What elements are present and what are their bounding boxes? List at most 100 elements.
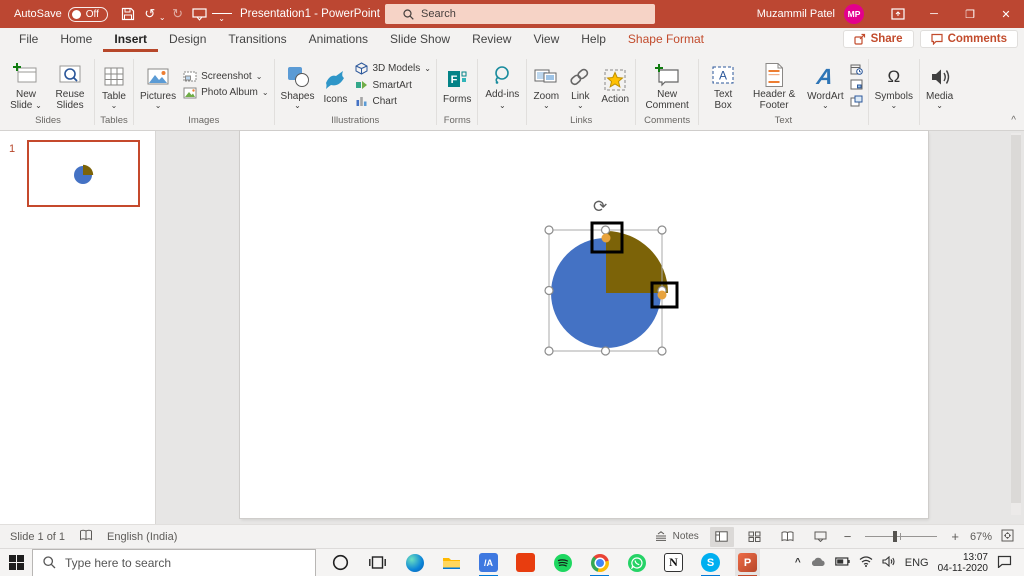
minimize-button[interactable]: ─ bbox=[916, 0, 952, 28]
rotate-handle-icon[interactable]: ⟳ bbox=[593, 197, 607, 217]
powerpoint-taskbar-button[interactable]: P bbox=[735, 549, 760, 576]
tab-transitions[interactable]: Transitions bbox=[217, 28, 297, 52]
tab-home[interactable]: Home bbox=[49, 28, 103, 52]
shapes-button[interactable]: Shapes ⌄ bbox=[278, 61, 318, 109]
slide-sorter-view-button[interactable] bbox=[743, 527, 767, 547]
insert-object-button[interactable] bbox=[849, 94, 865, 108]
zoom-slider-thumb[interactable] bbox=[893, 531, 897, 542]
redo-button[interactable]: ↻ bbox=[168, 2, 188, 26]
chart-button[interactable]: Chart bbox=[353, 95, 433, 107]
file-explorer-button[interactable] bbox=[439, 549, 464, 576]
symbols-button[interactable]: Ω Symbols ⌄ bbox=[872, 61, 916, 109]
wordart-button[interactable]: A WordArt ⌄ bbox=[804, 61, 847, 109]
close-button[interactable]: ✕ bbox=[988, 0, 1024, 28]
slide-thumbnail[interactable] bbox=[27, 140, 140, 207]
onedrive-button[interactable] bbox=[810, 556, 826, 570]
share-button[interactable]: Share bbox=[843, 30, 914, 48]
zoom-slider[interactable] bbox=[865, 536, 937, 537]
clock[interactable]: 13:07 04-11-2020 bbox=[938, 552, 988, 574]
action-button[interactable]: Action bbox=[598, 64, 632, 105]
action-center-button[interactable] bbox=[997, 555, 1012, 571]
notion-button[interactable]: N bbox=[661, 549, 686, 576]
undo-dropdown-chevron-icon[interactable]: ⌄ bbox=[159, 13, 166, 26]
language-indicator[interactable]: English (India) bbox=[107, 531, 177, 543]
taskbar-search-input[interactable]: Type here to search bbox=[32, 549, 316, 576]
tab-file[interactable]: File bbox=[8, 28, 49, 52]
tab-animations[interactable]: Animations bbox=[298, 28, 379, 52]
zoom-out-button[interactable]: − bbox=[842, 529, 854, 544]
slide[interactable]: ⟳ bbox=[240, 131, 928, 518]
zoom-button[interactable]: Zoom ⌄ bbox=[530, 61, 562, 109]
media-button[interactable]: Media ⌄ bbox=[923, 61, 956, 109]
tab-view[interactable]: View bbox=[522, 28, 570, 52]
spell-check-button[interactable] bbox=[79, 529, 93, 544]
slide-show-view-button[interactable] bbox=[809, 527, 833, 547]
office-button[interactable] bbox=[513, 549, 538, 576]
avatar[interactable]: MP bbox=[844, 4, 864, 24]
autosave-switch[interactable]: Off bbox=[68, 7, 108, 22]
chrome-icon bbox=[591, 554, 609, 572]
date-time-button[interactable] bbox=[849, 62, 865, 76]
spotify-button[interactable] bbox=[550, 549, 575, 576]
link-button[interactable]: Link ⌄ bbox=[564, 61, 596, 109]
comments-button[interactable]: Comments bbox=[920, 30, 1018, 48]
pictures-button[interactable]: Pictures ⌄ bbox=[137, 61, 179, 109]
photo-album-button[interactable]: Photo Album ⌄ bbox=[181, 87, 270, 99]
tab-shape-format[interactable]: Shape Format bbox=[617, 28, 715, 52]
volume-button[interactable] bbox=[882, 556, 896, 570]
new-comment-icon bbox=[653, 61, 681, 89]
save-button[interactable] bbox=[118, 2, 138, 26]
chevron-down-icon: ⌄ bbox=[294, 102, 301, 109]
new-slide-button[interactable]: New Slide ⌄ bbox=[5, 59, 47, 111]
titlebar-search[interactable]: Search bbox=[385, 4, 655, 24]
text-box-button[interactable]: A Text Box bbox=[702, 59, 744, 111]
new-comment-button[interactable]: New Comment bbox=[639, 59, 695, 111]
skype-button[interactable]: S bbox=[698, 549, 723, 576]
autosave-toggle[interactable]: AutoSave Off bbox=[14, 7, 108, 22]
whatsapp-button[interactable] bbox=[624, 549, 649, 576]
fit-slide-button[interactable] bbox=[1001, 529, 1014, 545]
addins-button[interactable]: Add-ins ⌄ bbox=[481, 59, 523, 111]
icons-button[interactable]: Icons bbox=[319, 64, 351, 105]
start-slideshow-button[interactable] bbox=[190, 2, 210, 26]
tab-slide-show[interactable]: Slide Show bbox=[379, 28, 461, 52]
language-switcher[interactable]: ENG bbox=[905, 557, 929, 569]
cortana-button[interactable] bbox=[328, 549, 353, 576]
reuse-slides-button[interactable]: Reuse Slides bbox=[49, 59, 91, 111]
screenshot-button[interactable]: Screenshot ⌄ bbox=[181, 71, 270, 83]
header-footer-button[interactable]: Header & Footer bbox=[746, 59, 802, 111]
scrollbar-thumb[interactable] bbox=[1011, 135, 1021, 503]
ribbon-display-options-button[interactable] bbox=[880, 0, 916, 28]
tab-insert[interactable]: Insert bbox=[103, 28, 158, 52]
3d-models-button[interactable]: 3D Models ⌄ bbox=[353, 62, 433, 75]
slide-canvas: ⟳ bbox=[156, 131, 1024, 524]
edge-button[interactable] bbox=[402, 549, 427, 576]
zoom-in-button[interactable]: + bbox=[949, 529, 961, 544]
wordart-icon: A bbox=[816, 64, 836, 90]
zoom-level[interactable]: 67% bbox=[970, 531, 992, 543]
forms-button[interactable]: F Forms bbox=[440, 64, 474, 105]
notes-button[interactable]: Notes bbox=[652, 531, 701, 542]
comments-label: Comments bbox=[948, 33, 1007, 45]
battery-button[interactable] bbox=[835, 557, 850, 569]
tab-review[interactable]: Review bbox=[461, 28, 522, 52]
chrome-button[interactable] bbox=[587, 549, 612, 576]
tab-help[interactable]: Help bbox=[570, 28, 617, 52]
collapse-ribbon-button[interactable]: ^ bbox=[1011, 115, 1016, 126]
restore-button[interactable]: ❐ bbox=[952, 0, 988, 28]
insert-slide-number-button[interactable] bbox=[849, 78, 865, 92]
user-name[interactable]: Muzammil Patel bbox=[757, 8, 835, 20]
vertical-scrollbar[interactable] bbox=[1011, 133, 1021, 515]
tray-expand-button[interactable]: ^ bbox=[795, 557, 801, 568]
task-view-button[interactable] bbox=[365, 549, 390, 576]
reading-view-button[interactable] bbox=[776, 527, 800, 547]
customize-qat-button[interactable]: ⌄ bbox=[212, 13, 232, 23]
tab-design[interactable]: Design bbox=[158, 28, 217, 52]
start-button[interactable] bbox=[0, 549, 32, 576]
normal-view-button[interactable] bbox=[710, 527, 734, 547]
undo-button[interactable]: ↺ bbox=[140, 2, 160, 26]
app-a-button[interactable]: /A bbox=[476, 549, 501, 576]
wifi-button[interactable] bbox=[859, 556, 873, 570]
table-button[interactable]: Table ⌄ bbox=[98, 61, 130, 109]
smartart-button[interactable]: SmartArt bbox=[353, 79, 433, 91]
